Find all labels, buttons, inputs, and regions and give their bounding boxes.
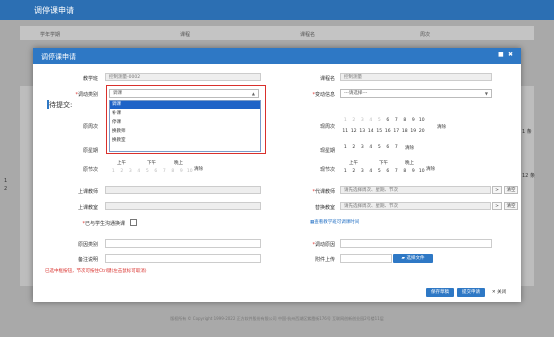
save-draft-button[interactable]: 保存草稿 [426,288,454,297]
page-footer: 版权所有 © Copyright 1999-2022 正方软件股份有限公司 中国… [170,316,384,321]
cur-week-row2[interactable]: 11 12 13 14 15 16 17 18 19 20 [341,129,426,134]
modal-header: 调停课申请 ■ ✖ [33,48,521,64]
afternoon-label-cur: 下午 [379,161,388,166]
attachment-field [340,254,392,263]
remark-input[interactable] [105,254,261,263]
teacher-field [105,186,261,194]
orig-day-label: 原星期 [82,148,98,154]
clear-week-link[interactable]: 清除 [437,124,446,130]
class-label: 教学班 [82,76,98,82]
new-room-arrow-button[interactable]: > [492,202,502,210]
row-number-1: 1 [4,178,8,184]
reason-input[interactable] [340,239,492,248]
clear-cur-period-link[interactable]: 清除 [426,166,435,172]
count-text-1: 1 条 [522,129,532,135]
evening-label-cur: 晚上 [405,161,414,166]
filter-label-course: 课程 [180,32,191,38]
class-field: 控制测量-0002 [105,73,261,81]
maximize-icon[interactable]: ■ [498,51,504,58]
close-button[interactable]: ✕ 关闭 [488,288,510,297]
course-field: 控制测量 [340,73,492,81]
morning-label-orig: 上午 [117,161,126,166]
pending-label: 待提交: [49,101,73,109]
new-room-label: 替换教室 [314,205,335,211]
cur-day-grid[interactable]: 1234567 [341,145,401,150]
change-info-value: ---请选择--- [344,91,368,96]
close-icon[interactable]: ✖ [508,51,513,58]
filter-label-coursename: 课程名 [300,32,316,38]
filter-bar [20,26,534,40]
submit-button[interactable]: 提交申请 [457,288,485,297]
attachment-label: 附件上传 [314,257,335,263]
change-info-select[interactable]: ---请选择--- ▼ [340,89,492,98]
evening-label-orig: 晚上 [174,161,183,166]
choose-file-button[interactable]: ▰ 选择文件 [393,254,433,263]
highlight-box [106,85,266,154]
afternoon-label-orig: 下午 [147,161,156,166]
sub-teacher-clear-button[interactable]: 清空 [504,186,518,194]
count-text-2: 12 条 [522,173,535,179]
change-info-label: *变动信息 [312,92,335,98]
course-label: 课程名 [319,76,335,82]
orig-category-select[interactable] [105,239,261,248]
view-timetable-link[interactable]: ▦查看教学班可调课时间 [310,219,359,225]
cur-period-grid[interactable]: 1 2 3 4 5 6 7 8 9 10 [341,169,426,174]
hint-text: 已选中框按钮，节次可按住Ctrl键(左击鼠标可取消) [45,269,147,274]
orig-category-label: 原因类别 [77,242,98,248]
change-type-label: *调动类别 [75,92,98,98]
notice-checkbox[interactable] [130,219,137,226]
new-room-input[interactable]: 请先选择周次、星期、节次 [340,202,491,210]
cur-week-label: 现周次 [319,124,335,130]
reason-label: *调动原因 [312,242,335,248]
remark-label: 备注说明 [77,257,98,263]
notice-label: *已与学生沟通换课 [82,221,125,227]
orig-period-grid[interactable]: 1 2 3 4 5 6 7 8 9 10 [109,169,194,174]
clear-day-link[interactable]: 清除 [405,145,414,151]
cur-day-label: 现星期 [319,148,335,154]
cur-week-row1[interactable]: 1 2 3 4 5 6 7 8 9 10 [341,118,426,123]
modal-title: 调停课申请 [41,53,76,61]
cur-period-label: 现节次 [319,167,335,173]
teacher-label: 上课教师 [77,189,98,195]
page-title: 调停课申请 [34,6,74,15]
row-number-2: 2 [4,186,8,192]
app-header: 调停课申请 [0,0,554,20]
clear-orig-period-link[interactable]: 清除 [194,166,203,172]
morning-label-cur: 上午 [349,161,358,166]
change-course-modal: 调停课申请 ■ ✖ 教学班 控制测量-0002 课程名 控制测量 *调动类别 调… [33,48,521,302]
sub-teacher-input[interactable]: 请先选择周次、星期、节次 [340,186,491,194]
orig-period-label: 原节次 [82,167,98,173]
orig-week-label: 原周次 [82,124,98,130]
new-room-clear-button[interactable]: 清空 [504,202,518,210]
room-label: 上课教室 [77,205,98,211]
filter-label-week: 周次 [420,32,431,38]
chevron-down-icon: ▼ [484,91,488,96]
room-field [105,202,261,210]
sub-teacher-label: *代课教师 [312,189,335,195]
filter-label-term: 学年学期 [40,32,61,38]
sub-teacher-arrow-button[interactable]: > [492,186,502,194]
